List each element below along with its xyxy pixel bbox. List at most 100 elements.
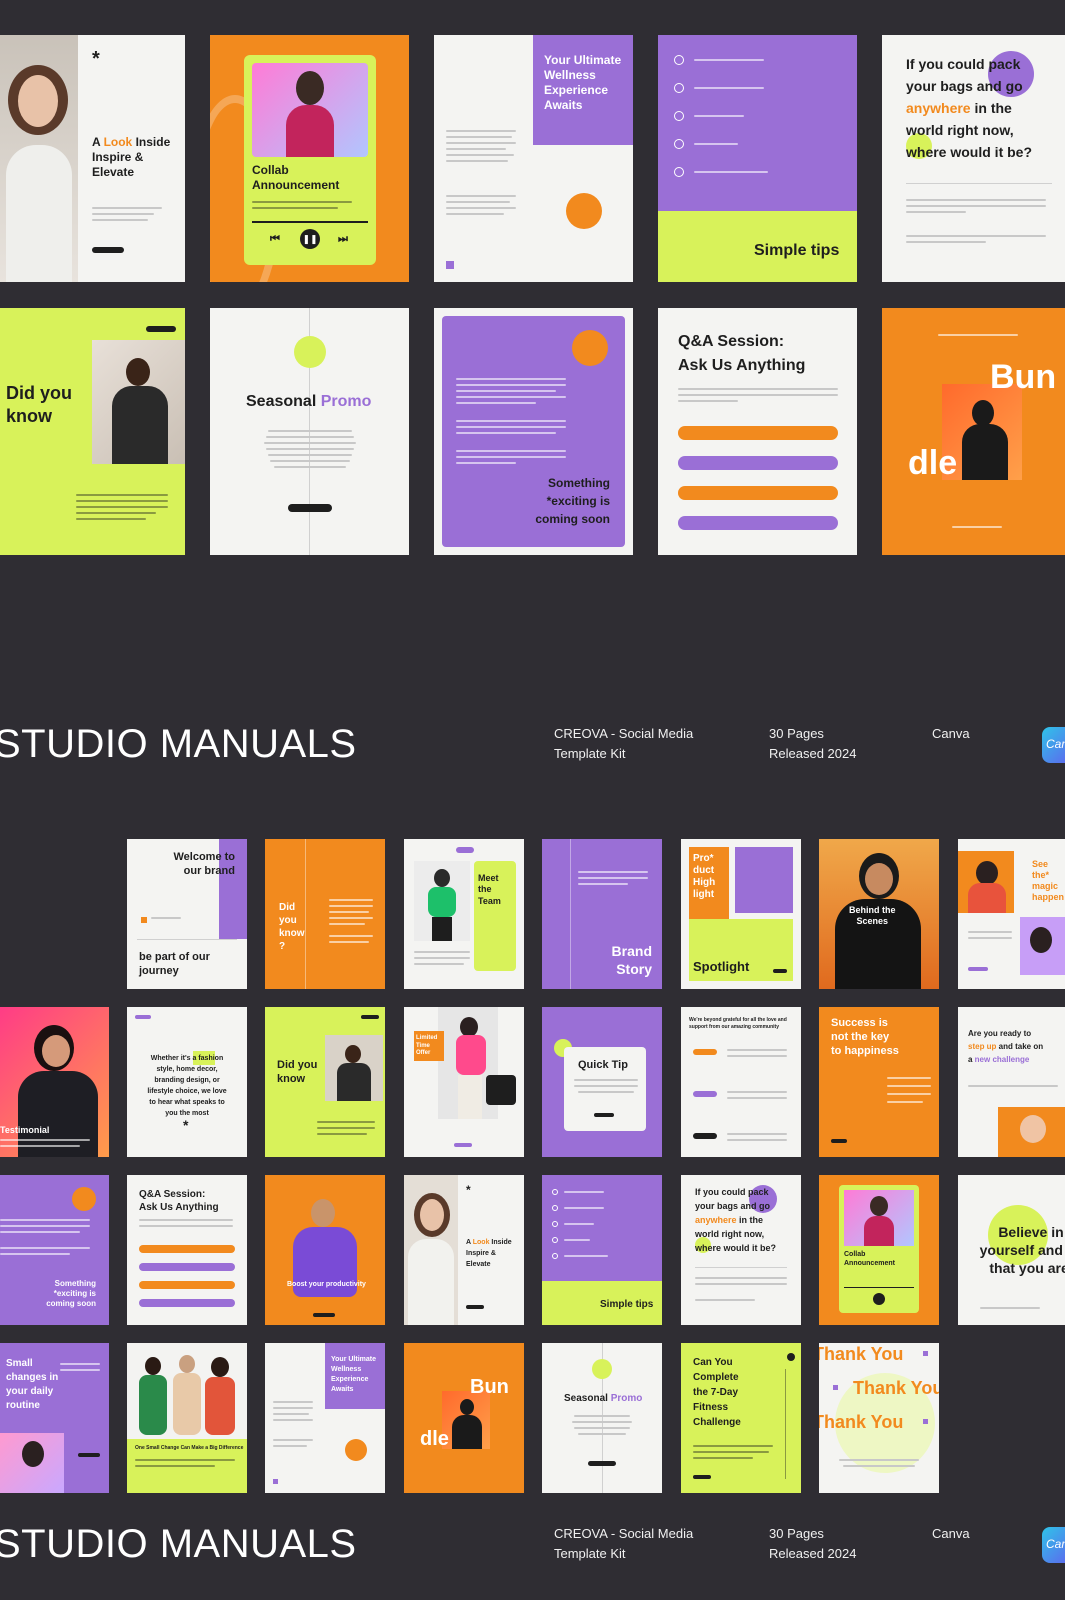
grid-product-spotlight[interactable]: Pro* duct High light Spotlight: [681, 839, 801, 989]
fashion-quote: Whether it's a fashion style, home decor…: [147, 1055, 227, 1117]
see-magic-title: See the* magic happen: [1032, 859, 1065, 902]
small-changes-title: Small changes in your daily routine: [6, 1358, 59, 1411]
question-bar-2[interactable]: [678, 456, 838, 470]
next-icon[interactable]: ⏭: [338, 233, 348, 247]
grid-ready-challenge[interactable]: Are you ready to step up and take on a n…: [958, 1007, 1065, 1157]
qa-2-title: Q&A Session: Ask Us Anything: [139, 1189, 219, 1213]
question-bar-4[interactable]: [678, 516, 838, 530]
limited-offer-title: Limited Time Offer: [416, 1035, 438, 1056]
grid-look-inside-2[interactable]: * A Look Inside Inspire & Elevate: [404, 1175, 524, 1325]
grid-fashion[interactable]: Whether it's a fashion style, home decor…: [127, 1007, 247, 1157]
believe-title: Believe in yourself and all that you are…: [979, 1224, 1065, 1276]
boost-title: Boost your productivity: [287, 1281, 366, 1288]
grid-welcome[interactable]: Welcome to our brand be part of our jour…: [127, 839, 247, 989]
pack-bags-question: If you could pack your bags and go anywh…: [906, 56, 1033, 160]
bundle-2-part-b: dle: [420, 1428, 449, 1450]
footer-page-count: 30 Pages Released 2024: [769, 726, 857, 761]
bundle-2-part-a: Bun: [470, 1376, 509, 1398]
card-qa-session[interactable]: Q&A Session: Ask Us Anything: [658, 308, 857, 555]
jacket-photo: [92, 340, 185, 464]
footer-brand-title-2: STUDIO MANUALS: [0, 1522, 357, 1566]
seasonal-2-title: Seasonal Promo: [564, 1393, 643, 1404]
thank-you-line-3: Thank You: [819, 1412, 904, 1432]
thank-you-line-2: Thank You: [853, 1378, 939, 1398]
simple-tips-title: Simple tips: [754, 242, 840, 259]
grid-testimonial[interactable]: Testimonial: [0, 1007, 109, 1157]
grid-success[interactable]: Success is not the key to happiness: [819, 1007, 939, 1157]
card-wellness[interactable]: Your Ultimate Wellness Experience Awaits: [434, 35, 633, 282]
footer-platform: Canva: [932, 726, 970, 741]
did-you-know-title: Did you know: [6, 383, 72, 426]
footer-brand-title: STUDIO MANUALS: [0, 722, 357, 766]
simple-tips-2-title: Simple tips: [600, 1299, 654, 1310]
grid-fitness[interactable]: Can You Complete the 7-Day Fitness Chall…: [681, 1343, 801, 1493]
collab-photo: [252, 63, 368, 157]
welcome-title: Welcome to our brand: [173, 851, 235, 877]
grid-seasonal-2[interactable]: Seasonal Promo: [542, 1343, 662, 1493]
prev-icon[interactable]: ⏮: [270, 233, 280, 247]
quick-tip-title: Quick Tip: [578, 1059, 628, 1071]
wellness-title: Your Ultimate Wellness Experience Awaits: [544, 53, 622, 112]
did-you-know-2-title: Did you know: [277, 1059, 318, 1085]
footer-product-name: CREOVA - Social Media Template Kit: [554, 726, 694, 761]
grid-pack-bags-2[interactable]: If you could pack your bags and go anywh…: [681, 1175, 801, 1325]
grid-believe[interactable]: Believe in yourself and all that you are…: [958, 1175, 1065, 1325]
ready-title: Are you ready to step up and take on a n…: [968, 1029, 1044, 1064]
card-simple-tips[interactable]: Simple tips: [658, 35, 857, 282]
card-collab[interactable]: Collab Announcement ⏮ ❚❚ ⏭: [210, 35, 409, 282]
grid-bundle-2[interactable]: Bun dle: [404, 1343, 524, 1493]
one-small-change-title: One Small Change Can Make a Big Differen…: [135, 1445, 244, 1451]
grid-did-you-know-2[interactable]: Did you know: [265, 1007, 385, 1157]
card-something-exciting[interactable]: Something *exciting is coming soon: [434, 308, 633, 555]
fitness-title: Can You Complete the 7-Day Fitness Chall…: [693, 1357, 741, 1428]
cta-button[interactable]: [92, 247, 124, 253]
footer-platform-2: Canva: [932, 1526, 970, 1541]
testimonial-title: Testimonial: [0, 1125, 50, 1135]
grid-see-magic[interactable]: See the* magic happen: [958, 839, 1065, 989]
pack-bags-2-question: If you could pack your bags and go anywh…: [695, 1187, 777, 1253]
behind-scenes-title: Behind the Scenes: [849, 905, 896, 927]
qa-title: Q&A Session: Ask Us Anything: [678, 333, 806, 374]
get-it-now-button[interactable]: [288, 504, 332, 512]
footer-page-count-2: 30 Pages Released 2024: [769, 1526, 857, 1561]
grid-grateful[interactable]: We're beyond grateful for all the love a…: [681, 1007, 801, 1157]
grid-quick-tip[interactable]: Quick Tip: [542, 1007, 662, 1157]
collab-2-title: Collab Announcement: [844, 1251, 895, 1267]
canva-logo-icon-2[interactable]: Canva: [1042, 1527, 1065, 1563]
grid-collab-2[interactable]: Collab Announcement: [819, 1175, 939, 1325]
brand-story-title: Brand Story: [611, 943, 652, 977]
something-title: Something *exciting is coming soon: [535, 476, 610, 526]
star-glyph: *: [92, 48, 100, 70]
card-look-inside[interactable]: * A Look Inside Inspire & Elevate: [0, 35, 185, 282]
thank-you-line-1: Thank You: [819, 1344, 904, 1364]
card-bundle[interactable]: Bun dle: [882, 308, 1065, 555]
card-pack-bags[interactable]: If you could pack your bags and go anywh…: [882, 35, 1065, 282]
grid-one-small-change[interactable]: One Small Change Can Make a Big Differen…: [127, 1343, 247, 1493]
grid-simple-tips-2[interactable]: Simple tips: [542, 1175, 662, 1325]
something-2-title: Something *exciting is coming soon: [46, 1279, 96, 1308]
grid-something-2[interactable]: Something *exciting is coming soon: [0, 1175, 109, 1325]
card-did-you-know[interactable]: Did you know: [0, 308, 185, 555]
grid-brand-story[interactable]: Brand Story: [542, 839, 662, 989]
grid-qa-2[interactable]: Q&A Session: Ask Us Anything: [127, 1175, 247, 1325]
grid-thank-you[interactable]: Thank You Thank You Thank You: [819, 1343, 939, 1493]
grid-wellness-2[interactable]: Your Ultimate Wellness Experience Awaits: [265, 1343, 385, 1493]
wellness-2-title: Your Ultimate Wellness Experience Awaits: [331, 1356, 376, 1393]
bundle-part-a: Bun: [990, 358, 1057, 396]
grid-meet-team[interactable]: Meet the Team: [404, 839, 524, 989]
star-glyph-3: *: [466, 1183, 471, 1197]
question-bar-3[interactable]: [678, 486, 838, 500]
grid-did-q[interactable]: Did you know ?: [265, 839, 385, 989]
pause-icon[interactable]: ❚❚: [300, 229, 320, 249]
canva-logo-icon[interactable]: Canva: [1042, 727, 1065, 763]
meet-team-title: Meet the Team: [478, 873, 501, 906]
grid-boost[interactable]: Boost your productivity: [265, 1175, 385, 1325]
seasonal-title: Seasonal Promo: [246, 393, 372, 410]
question-bar-1[interactable]: [678, 426, 838, 440]
grateful-heading: We're beyond grateful for all the love a…: [689, 1017, 787, 1030]
grid-small-changes[interactable]: Small changes in your daily routine: [0, 1343, 109, 1493]
grid-limited-offer[interactable]: Limited Time Offer: [404, 1007, 524, 1157]
bundle-part-b: dle: [908, 444, 958, 482]
grid-behind-scenes[interactable]: Behind the Scenes: [819, 839, 939, 989]
card-seasonal-promo[interactable]: Seasonal Promo: [210, 308, 409, 555]
